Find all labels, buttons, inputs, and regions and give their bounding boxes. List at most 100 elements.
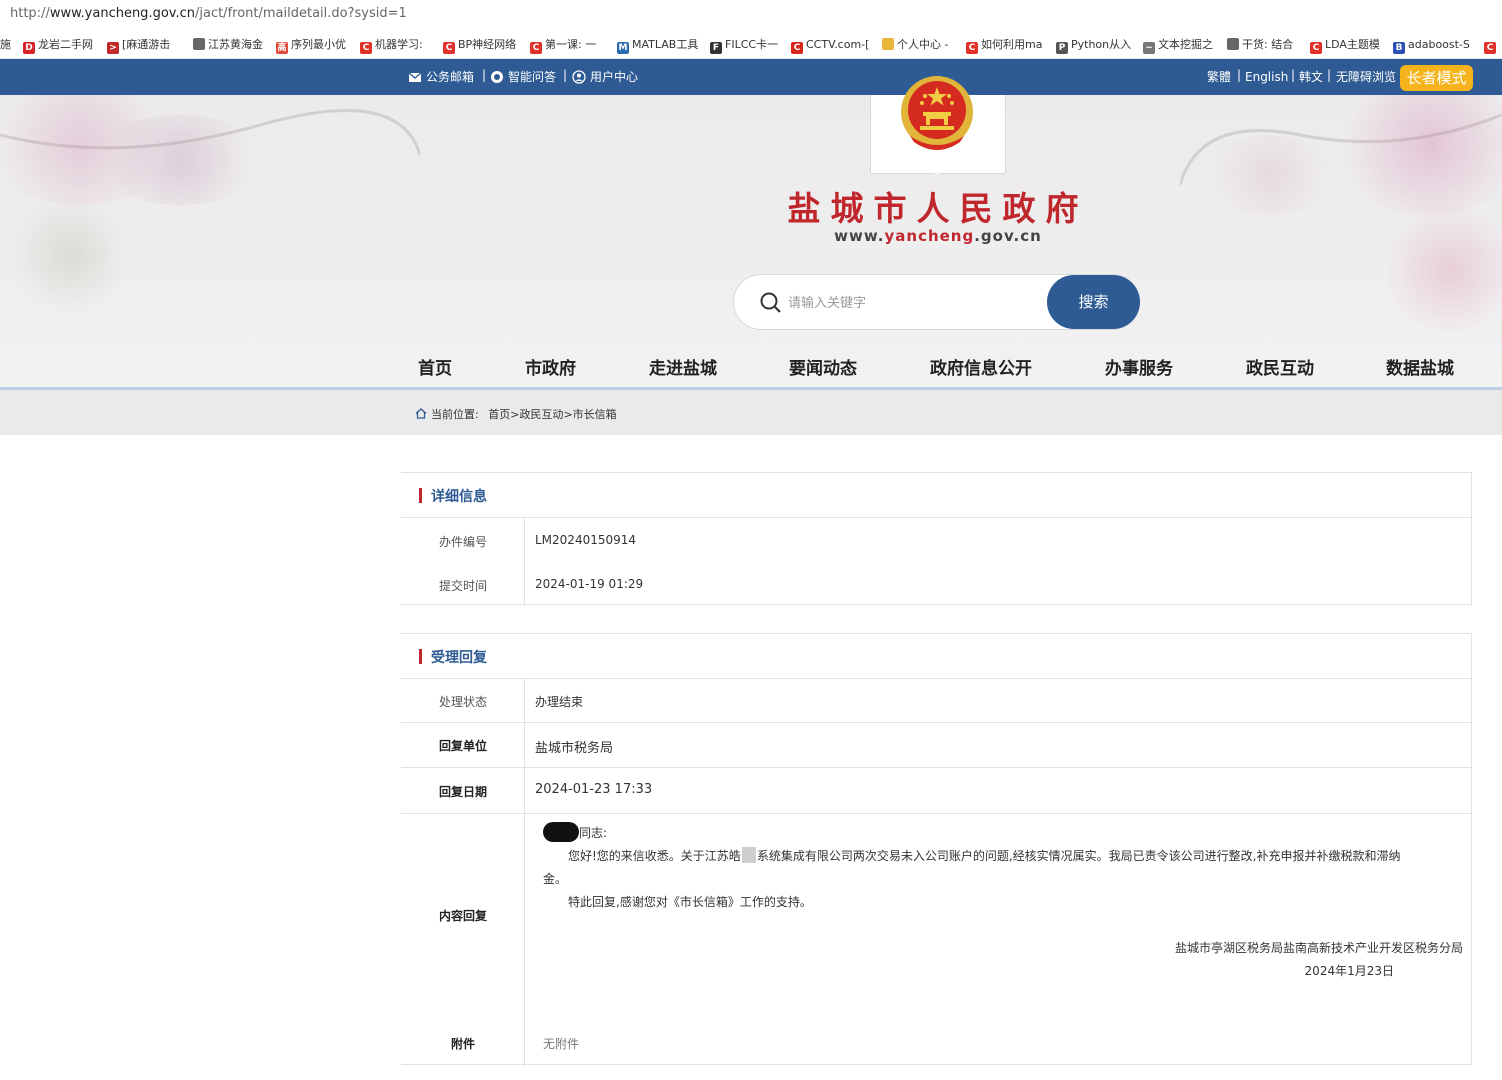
baidu-icon: B — [1393, 42, 1405, 54]
bookmark-item[interactable]: 高序列最小优 — [276, 36, 346, 54]
page-icon — [193, 38, 205, 50]
nav-news[interactable]: 要闻动态 — [789, 354, 857, 379]
bookmark-label: FILCC卡一 — [725, 38, 779, 51]
nav-interaction[interactable]: 政民互动 — [1246, 354, 1314, 379]
search-button[interactable]: 搜索 — [1047, 275, 1140, 329]
unit-row: 回复单位 盐城市税务局 — [401, 723, 1471, 768]
bookmark-item[interactable]: M MATLAB工具 — [617, 36, 699, 54]
user-center-link[interactable]: 用户中心 — [572, 69, 638, 85]
bookmark-label: 第一课: 一 — [545, 38, 597, 51]
separator: | — [1327, 68, 1332, 82]
smart-qa-label: 智能问答 — [508, 70, 557, 84]
bookmark-label: 文本挖掘之 — [1158, 38, 1213, 51]
breadcrumb-interaction[interactable]: 政民互动 — [519, 408, 563, 421]
breadcrumb-bar — [0, 390, 1502, 435]
elder-mode-button[interactable]: 长者模式 — [1400, 65, 1473, 91]
separator: | — [563, 68, 568, 82]
bookmark-item[interactable]: 施 — [0, 36, 11, 53]
bookmark-label: 机器学习: — [375, 38, 423, 51]
smart-qa-link[interactable]: 智能问答 — [490, 69, 556, 85]
site-url-prefix: www. — [834, 227, 885, 245]
headset-icon — [491, 71, 503, 83]
bookmark-label: CCTV.com-[ — [806, 38, 870, 51]
bookmark-item[interactable]: F FILCC卡一 — [710, 36, 779, 54]
bookmark-item[interactable]: C — [1484, 36, 1499, 54]
paw-icon: ~ — [1143, 42, 1155, 54]
bookmark-item[interactable]: C CCTV.com-[ — [791, 36, 870, 54]
gov-mail-link[interactable]: 公务邮箱 — [408, 69, 474, 85]
branch-decoration — [1180, 113, 1502, 186]
traditional-chinese-link[interactable]: 繁體 — [1207, 69, 1231, 85]
bookmark-item[interactable]: C 第一课: 一 — [530, 36, 597, 54]
bookmark-label: MATLAB工具 — [632, 38, 699, 51]
submit-time-value: 2024-01-19 01:29 — [535, 577, 644, 591]
nav-services[interactable]: 办事服务 — [1105, 354, 1173, 379]
reply-greeting: 同志: — [579, 826, 608, 840]
csdn-icon: C — [1310, 42, 1322, 54]
separator: | — [1291, 68, 1296, 82]
content-label: 内容回复 — [438, 909, 487, 923]
nav-data[interactable]: 数据盐城 — [1386, 354, 1454, 379]
bookmark-item[interactable]: C 如何利用ma — [966, 36, 1042, 54]
content-row: 内容回复 附件 同志: 您好!您的来信收悉。关于江苏皓 系统集成有限公司两次交易未… — [401, 814, 1471, 1067]
emblem-frame-tip — [870, 158, 1004, 174]
breadcrumb: 当前位置: 首页>政民互动>市长信箱 — [415, 406, 617, 422]
breadcrumb-home[interactable]: 首页 — [488, 408, 510, 421]
breadcrumb-mayor-mailbox[interactable]: 市长信箱 — [573, 408, 617, 421]
envelope-icon — [408, 72, 422, 82]
address-bar[interactable]: http://www.yancheng.gov.cn/jact/front/ma… — [0, 0, 1502, 30]
unit-label: 回复单位 — [438, 739, 487, 753]
page-icon — [1227, 38, 1239, 50]
nav-info-disclosure[interactable]: 政府信息公开 — [930, 354, 1032, 379]
accessible-browse-link[interactable]: 无障碍浏览 — [1336, 69, 1396, 85]
bookmark-item[interactable]: D 龙岩二手网 — [23, 36, 93, 54]
unit-value: 盐城市税务局 — [535, 741, 614, 756]
reply-paragraph-1-end: 金。 — [543, 872, 568, 886]
reply-content: 同志: 您好!您的来信收悉。关于江苏皓 系统集成有限公司两次交易未入公司账户的问题… — [543, 822, 1463, 983]
bookmark-label: 江苏黄海金 — [208, 38, 263, 51]
bookmark-item[interactable]: P Python从入 — [1056, 36, 1131, 54]
detail-info-body: 办件编号 提交时间 LM20240150914 2024-01-19 01:29 — [401, 518, 1471, 606]
reply-header: 受理回复 — [401, 634, 1471, 679]
url-prefix: http:// — [10, 6, 50, 21]
csdn-icon: C — [360, 42, 372, 54]
bookmark-item[interactable]: Badaboost-S — [1393, 36, 1470, 54]
content-label-cell: 内容回复 附件 — [401, 814, 525, 1067]
folder-icon — [882, 38, 894, 50]
nav-city-government[interactable]: 市政府 — [525, 354, 576, 379]
reply-title: 受理回复 — [431, 650, 487, 666]
dk-logo-icon: D — [23, 42, 35, 54]
attachment-label: 附件 — [450, 1037, 475, 1051]
bookmark-item[interactable]: ~ 文本挖掘之 — [1143, 36, 1213, 54]
separator: | — [482, 68, 487, 82]
site-url-domain: yancheng — [884, 227, 975, 245]
bookmark-item[interactable]: C 机器学习: — [360, 36, 423, 54]
bookmark-item[interactable]: 干货: 结合 — [1227, 36, 1293, 53]
home-icon — [415, 408, 427, 419]
redacted-name — [543, 822, 579, 842]
redacted-word — [741, 847, 756, 863]
bookmark-label: 施 — [0, 38, 11, 51]
detail-info-title: 详细信息 — [431, 489, 487, 505]
nav-about-yancheng[interactable]: 走进盐城 — [649, 354, 717, 379]
square-icon: F — [710, 42, 722, 54]
bookmark-item[interactable]: C BP神经网络 — [443, 36, 516, 54]
breadcrumb-prefix: 当前位置: — [431, 408, 479, 421]
bookmark-item[interactable]: > [麻通游击 — [107, 36, 170, 54]
status-label: 处理状态 — [438, 695, 487, 709]
case-number-label: 办件编号 — [438, 535, 487, 549]
search-input[interactable] — [786, 289, 1040, 317]
bookmark-item[interactable]: C LDA主题模 — [1310, 36, 1380, 54]
bookmark-item[interactable]: 江苏黄海金 — [193, 36, 263, 53]
cctv-icon: C — [791, 42, 803, 54]
bookmark-item[interactable]: 个人中心 - — [882, 36, 948, 53]
bookmark-label: 个人中心 - — [897, 38, 949, 51]
reply-signature: 盐城市亭湖区税务局盐南高新技术产业开发区税务分局 — [1174, 941, 1463, 955]
english-link[interactable]: English — [1245, 69, 1288, 85]
nav-home[interactable]: 首页 — [418, 354, 452, 379]
reply-greeting-line: 同志: — [543, 822, 1463, 845]
search-icon — [760, 292, 781, 313]
user-center-label: 用户中心 — [590, 70, 639, 84]
korean-link[interactable]: 韩文 — [1299, 69, 1323, 85]
